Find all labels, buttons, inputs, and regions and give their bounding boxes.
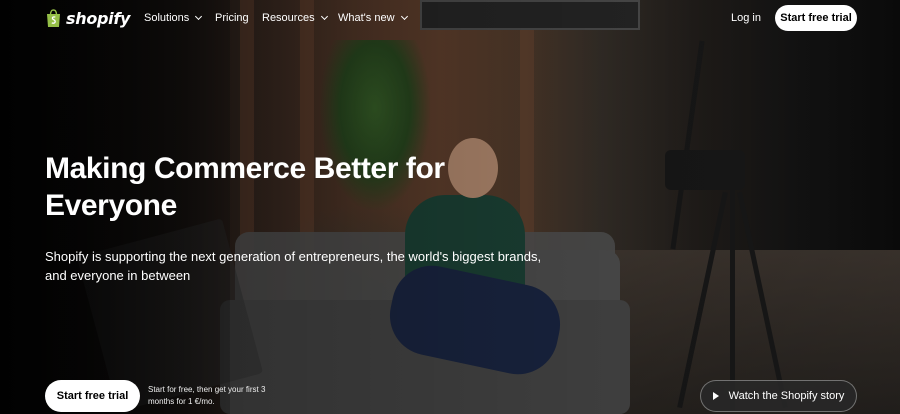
nav-solutions[interactable]: Solutions: [144, 12, 203, 24]
login-link[interactable]: Log in: [731, 12, 761, 24]
offer-text: Start for free, then get your first 3 mo…: [148, 385, 266, 406]
watch-story-label: Watch the Shopify story: [728, 390, 845, 402]
watch-story-button[interactable]: Watch the Shopify story: [700, 380, 857, 412]
hero-headline: Making Commerce Better for Everyone: [45, 152, 445, 222]
nav-item-label: What's new: [338, 12, 395, 24]
shopify-logo[interactable]: shopify: [45, 9, 130, 28]
top-nav: shopify Solutions Pricing Resources What…: [0, 0, 900, 36]
chevron-down-icon: [195, 12, 203, 21]
shopping-bag-icon: [45, 9, 62, 28]
nav-pricing[interactable]: Pricing: [215, 12, 249, 24]
brand-name: shopify: [66, 9, 131, 28]
start-trial-button[interactable]: Start free trial: [45, 380, 140, 412]
nav-item-label: Resources: [262, 12, 315, 24]
hero-subheadline: Shopify is supporting the next generatio…: [45, 249, 542, 283]
nav-item-label: Pricing: [215, 12, 249, 24]
nav-whats-new[interactable]: What's new: [338, 12, 408, 24]
nav-item-label: Solutions: [144, 12, 190, 24]
chevron-down-icon: [320, 12, 328, 21]
chevron-down-icon: [400, 12, 408, 21]
start-trial-button-nav[interactable]: Start free trial: [775, 5, 857, 31]
play-icon: [712, 392, 719, 400]
nav-resources[interactable]: Resources: [262, 12, 328, 24]
